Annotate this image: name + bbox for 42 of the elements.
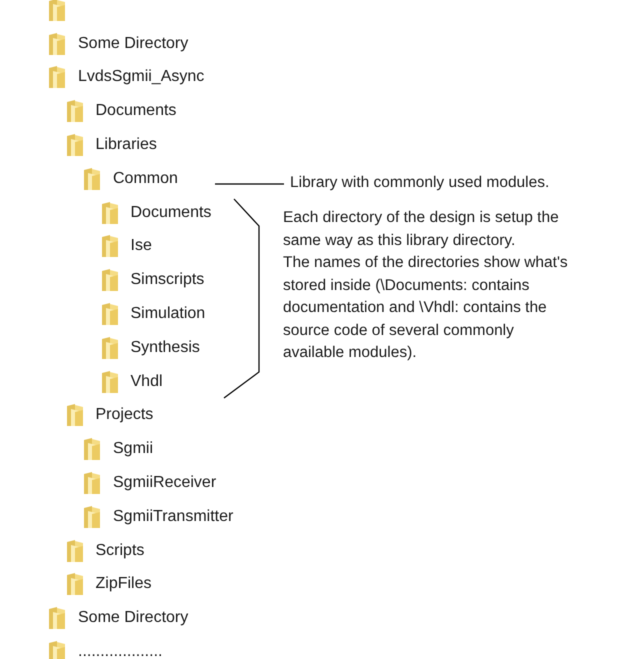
folder-icon xyxy=(66,538,84,563)
folder-icon xyxy=(66,572,84,596)
leader-line xyxy=(215,183,284,185)
folder-label[interactable]: Ise xyxy=(130,237,152,256)
annotation-text: Library with commonly used modules. xyxy=(290,174,550,192)
folder-icon xyxy=(100,268,118,292)
folder-icon xyxy=(48,0,66,22)
folder-label[interactable]: Documents xyxy=(130,204,212,222)
folder-label[interactable]: Projects xyxy=(96,406,154,424)
folder-label[interactable]: ZipFiles xyxy=(96,575,152,594)
folder-icon xyxy=(48,32,66,56)
folder-icon xyxy=(83,471,101,496)
folder-label[interactable]: Some Directory xyxy=(78,609,188,628)
folder-label[interactable]: SgmiiTransmitter xyxy=(113,508,234,526)
folder-label[interactable]: ................... xyxy=(78,643,162,659)
folder-icon xyxy=(48,65,66,90)
folder-label[interactable]: Common xyxy=(113,170,178,188)
folder-icon xyxy=(48,606,66,630)
folder-icon xyxy=(100,302,118,326)
folder-icon xyxy=(100,370,118,394)
folder-icon xyxy=(100,200,118,225)
folder-icon xyxy=(66,99,84,124)
folder-icon xyxy=(66,403,84,428)
folder-icon xyxy=(48,640,66,659)
folder-label[interactable]: Libraries xyxy=(96,136,157,154)
folder-icon xyxy=(100,336,118,360)
folder-label[interactable]: Sgmii xyxy=(113,440,154,458)
folder-icon xyxy=(83,166,101,191)
folder-label[interactable]: Simscripts xyxy=(130,271,204,290)
annotation-paragraph: Each directory of the design is setup the same way as this library directory. The names of the directories show what's stored inside (\Documents: contains documentation and \Vhdl: contains the source code of several commonly available modules). xyxy=(283,208,568,363)
folder-label[interactable]: Some Directory xyxy=(78,34,188,53)
folder-icon xyxy=(83,437,101,462)
folder-icon xyxy=(100,234,118,258)
folder-label[interactable]: Scripts xyxy=(96,542,144,560)
folder-icon xyxy=(83,504,101,529)
folder-label[interactable]: Documents xyxy=(96,102,176,120)
folder-label[interactable]: SgmiiReceiver xyxy=(113,474,216,492)
folder-icon xyxy=(66,133,84,158)
folder-label[interactable]: LvdsSgmii_Async xyxy=(78,68,204,86)
folder-label[interactable]: Vhdl xyxy=(130,372,163,391)
folder-label[interactable]: Synthesis xyxy=(130,338,200,357)
folder-label[interactable]: Simulation xyxy=(130,305,206,324)
